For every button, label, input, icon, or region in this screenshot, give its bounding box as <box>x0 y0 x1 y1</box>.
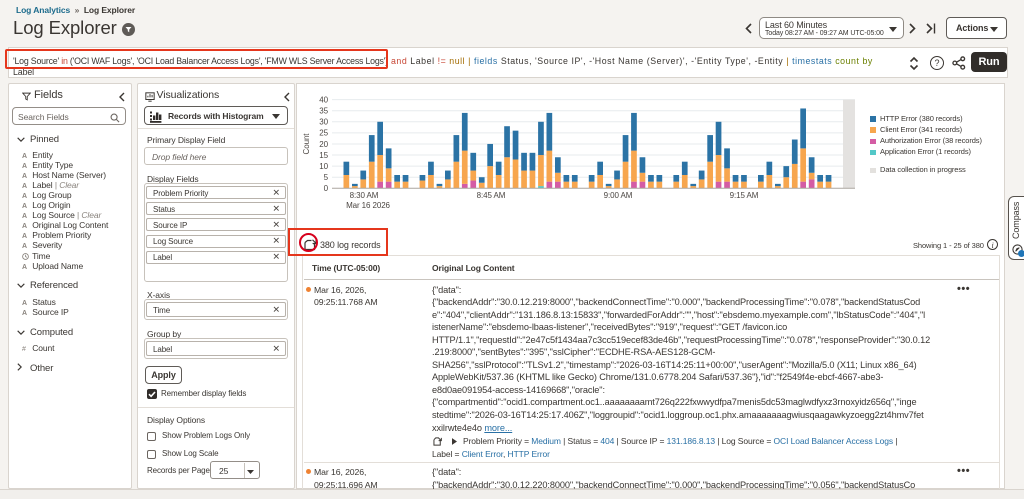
svg-text:9:00 AM: 9:00 AM <box>604 191 633 200</box>
svg-text:5: 5 <box>324 173 329 182</box>
svg-text:15: 15 <box>319 151 328 160</box>
svg-text:Count: Count <box>302 133 311 155</box>
svg-text:20: 20 <box>319 140 328 149</box>
svg-text:10: 10 <box>319 162 328 171</box>
svg-text:40: 40 <box>319 95 328 104</box>
svg-text:Mar 16 2026: Mar 16 2026 <box>346 201 390 210</box>
svg-text:0: 0 <box>324 184 329 193</box>
svg-text:8:30 AM: 8:30 AM <box>350 191 379 200</box>
svg-text:30: 30 <box>319 118 328 127</box>
svg-text:9:15 AM: 9:15 AM <box>730 191 759 200</box>
svg-text:25: 25 <box>319 129 328 138</box>
svg-text:8:45 AM: 8:45 AM <box>477 191 506 200</box>
svg-text:35: 35 <box>319 107 328 116</box>
